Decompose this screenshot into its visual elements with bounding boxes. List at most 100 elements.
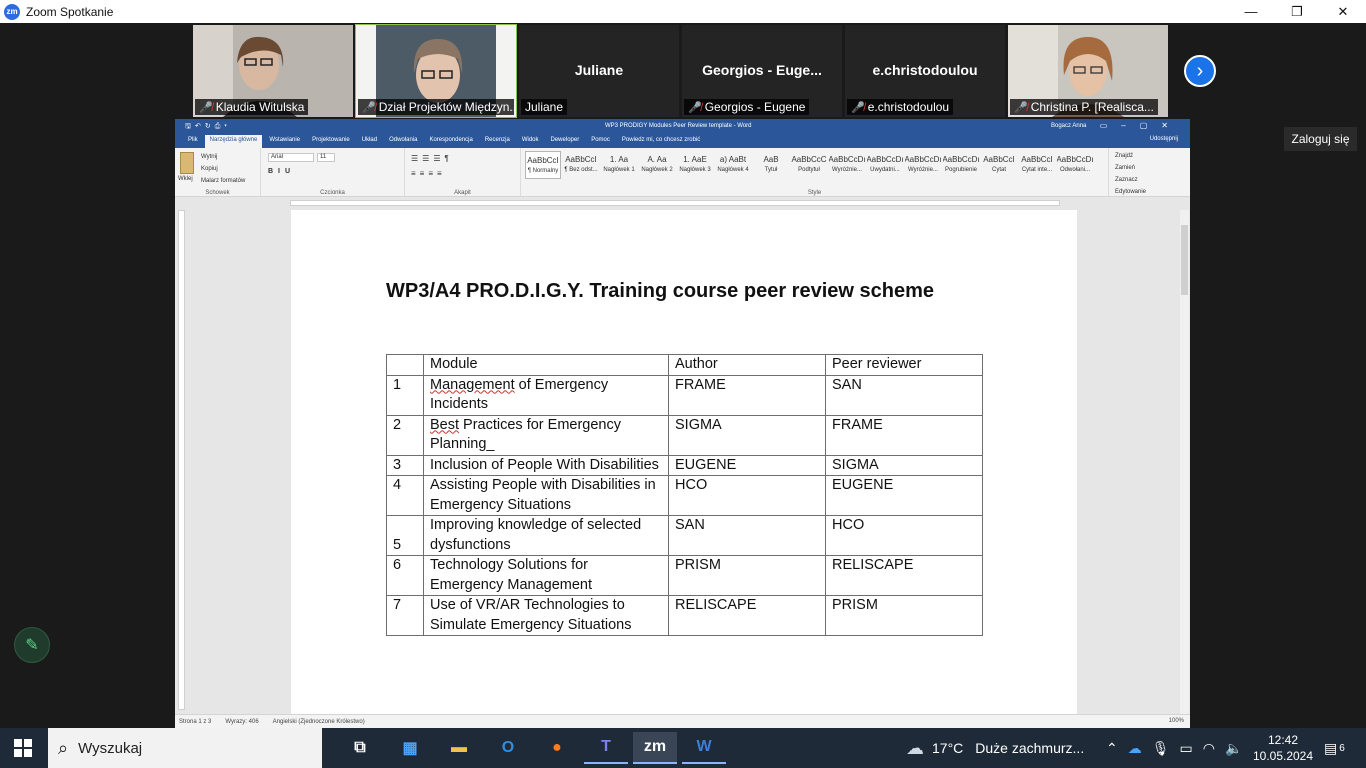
module-cell[interactable]: Assisting People with Disabilities in Em…	[423, 475, 669, 516]
zoom-taskbar-icon[interactable]: zm	[633, 732, 677, 764]
microphone-icon[interactable]: 🎙	[1152, 740, 1170, 757]
style-option[interactable]: A. Aa Nagłówek 2	[639, 151, 675, 179]
tab-home[interactable]: Narzędzia główne	[204, 135, 263, 148]
list-buttons[interactable]: ☰☰☰¶	[411, 154, 453, 163]
module-cell[interactable]: Management of Emergency Incidents	[423, 374, 669, 416]
reviewer-cell[interactable]: SIGMA	[825, 454, 983, 476]
header-cell[interactable]	[386, 354, 424, 376]
tab-help[interactable]: Pomoc	[586, 135, 615, 148]
style-option[interactable]: AaBbCcI Cytat inte...	[1019, 151, 1055, 179]
module-cell[interactable]: Technology Solutions for Emergency Manag…	[423, 555, 669, 596]
close-button[interactable]: ✕	[1320, 0, 1366, 23]
zoom-level[interactable]: 100%	[1169, 718, 1184, 724]
author-cell[interactable]: SAN	[668, 515, 826, 556]
tab-insert[interactable]: Wstawianie	[264, 135, 305, 148]
reviewer-cell[interactable]: PRISM	[825, 595, 983, 636]
style-option[interactable]: AaBbCcDı Uwydatni...	[867, 151, 903, 179]
header-cell[interactable]: Author	[668, 354, 826, 376]
taskbar-search[interactable]: ⌕ Wyszukaj	[48, 728, 322, 768]
tab-file[interactable]: Plik	[183, 135, 203, 148]
cut-button[interactable]: Wytnij	[201, 151, 245, 163]
row-number[interactable]: 7	[386, 595, 424, 636]
tab-references[interactable]: Odwołania	[384, 135, 422, 148]
tab-view[interactable]: Widok	[517, 135, 544, 148]
format-painter-button[interactable]: Malarz formatów	[201, 175, 245, 187]
style-option[interactable]: AaBbCcI Cytat	[981, 151, 1017, 179]
windows-start-icon[interactable]	[14, 739, 32, 757]
module-cell[interactable]: Inclusion of People With Disabilities	[423, 454, 669, 476]
row-number[interactable]: 6	[386, 555, 424, 596]
tab-review[interactable]: Recenzja	[480, 135, 515, 148]
vertical-scrollbar[interactable]	[1180, 210, 1189, 714]
onedrive-icon[interactable]: ☁	[1128, 740, 1142, 757]
style-option[interactable]: 1. AaE Nagłówek 3	[677, 151, 713, 179]
next-participants-button[interactable]: ›	[1184, 55, 1216, 87]
reviewer-cell[interactable]: SAN	[825, 374, 983, 416]
store-icon[interactable]: ▦	[388, 732, 432, 764]
document-page[interactable]: WP3/A4 PRO.D.I.G.Y. Training course peer…	[291, 210, 1077, 714]
tab-layout[interactable]: Układ	[357, 135, 382, 148]
style-option[interactable]: AaBbCcC Podtytuł	[791, 151, 827, 179]
style-option[interactable]: AaBbCcI ¶ Bez odst...	[563, 151, 599, 179]
outlook-icon[interactable]: O	[486, 732, 530, 764]
volume-icon[interactable]: 🔈	[1225, 740, 1242, 757]
font-format-buttons[interactable]: BIU	[268, 168, 295, 175]
author-cell[interactable]: FRAME	[668, 374, 826, 416]
row-number[interactable]: 4	[386, 475, 424, 516]
style-option[interactable]: AaBbCcDı Odwołani...	[1057, 151, 1093, 179]
row-number[interactable]: 5	[386, 515, 424, 556]
maximize-button[interactable]: ❐	[1274, 0, 1320, 23]
participant-tile-active-speaker[interactable]: 🎤̸ Dział Projektów Międzyn...	[355, 24, 517, 118]
file-explorer-icon[interactable]: ▬	[437, 732, 481, 764]
reviewer-cell[interactable]: HCO	[825, 515, 983, 556]
find-button[interactable]: Znajdź	[1115, 150, 1146, 162]
style-option[interactable]: a) AaBt Nagłówek 4	[715, 151, 751, 179]
participant-tile[interactable]: 🎤̸ Klaudia Witulska	[193, 25, 353, 117]
row-number[interactable]: 3	[386, 454, 424, 476]
page-count[interactable]: Strona 1 z 3	[179, 719, 211, 725]
author-cell[interactable]: HCO	[668, 475, 826, 516]
tell-me-search[interactable]: Powiedz mi, co chcesz zrobić	[617, 135, 705, 148]
participant-tile[interactable]: Georgios - Euge... 🎤̸ Georgios - Eugene	[682, 25, 842, 117]
login-button[interactable]: Zaloguj się	[1284, 127, 1357, 151]
minimize-button[interactable]: —	[1228, 0, 1274, 23]
task-view-icon[interactable]: ⧉	[338, 732, 382, 764]
reviewer-cell[interactable]: EUGENE	[825, 475, 983, 516]
scrollbar-thumb[interactable]	[1181, 225, 1188, 295]
style-option[interactable]: AaBbCcI ¶ Normalny	[525, 151, 561, 179]
firefox-icon[interactable]: ●	[535, 732, 579, 764]
author-cell[interactable]: PRISM	[668, 555, 826, 596]
row-number[interactable]: 1	[386, 374, 424, 416]
copy-button[interactable]: Kopiuj	[201, 163, 245, 175]
replace-button[interactable]: Zamień	[1115, 162, 1146, 174]
word-window-controls[interactable]: ▭–▢✕	[1100, 121, 1182, 130]
reviewer-cell[interactable]: RELISCAPE	[825, 555, 983, 596]
wifi-icon[interactable]: ◠	[1203, 740, 1215, 757]
tab-mailings[interactable]: Korespondencja	[424, 135, 477, 148]
weather-widget[interactable]: ☁ 17°C Duże zachmurz...	[906, 728, 1084, 768]
style-option[interactable]: AaB Tytuł	[753, 151, 789, 179]
battery-icon[interactable]: ▭	[1180, 740, 1193, 757]
font-size-select[interactable]: 11	[317, 153, 335, 162]
author-cell[interactable]: SIGMA	[668, 414, 826, 456]
reviewer-cell[interactable]: FRAME	[825, 414, 983, 456]
language-indicator[interactable]: Angielski (Zjednoczone Królestwo)	[273, 719, 365, 725]
participant-tile[interactable]: e.christodoulou 🎤̸ e.christodoulou	[845, 25, 1005, 117]
word-user-name[interactable]: Bogacz Anna	[1051, 123, 1086, 129]
share-button[interactable]: Udostępnij	[1150, 136, 1178, 142]
chevron-up-icon[interactable]: ⌃	[1106, 740, 1118, 757]
style-option[interactable]: AaBbCcDı Wyróżnie...	[829, 151, 865, 179]
taskbar-clock[interactable]: 12:42 10.05.2024	[1250, 732, 1316, 764]
module-cell[interactable]: Best Practices for Emergency Planning_	[423, 414, 669, 456]
word-taskbar-icon[interactable]: W	[682, 732, 726, 764]
select-button[interactable]: Zaznacz	[1115, 174, 1146, 186]
header-cell[interactable]: Module	[423, 354, 669, 376]
participant-tile[interactable]: 🎤̸ Christina P. [Realisca...	[1008, 25, 1168, 117]
header-cell[interactable]: Peer reviewer	[825, 354, 983, 376]
module-cell[interactable]: Improving knowledge of selected dysfunct…	[423, 515, 669, 556]
module-cell[interactable]: Use of VR/AR Technologies to Simulate Em…	[423, 595, 669, 636]
style-option[interactable]: 1. Aa Nagłówek 1	[601, 151, 637, 179]
tab-developer[interactable]: Deweloper	[546, 135, 585, 148]
paste-icon[interactable]	[180, 152, 194, 174]
word-count[interactable]: Wyrazy: 406	[225, 719, 258, 725]
